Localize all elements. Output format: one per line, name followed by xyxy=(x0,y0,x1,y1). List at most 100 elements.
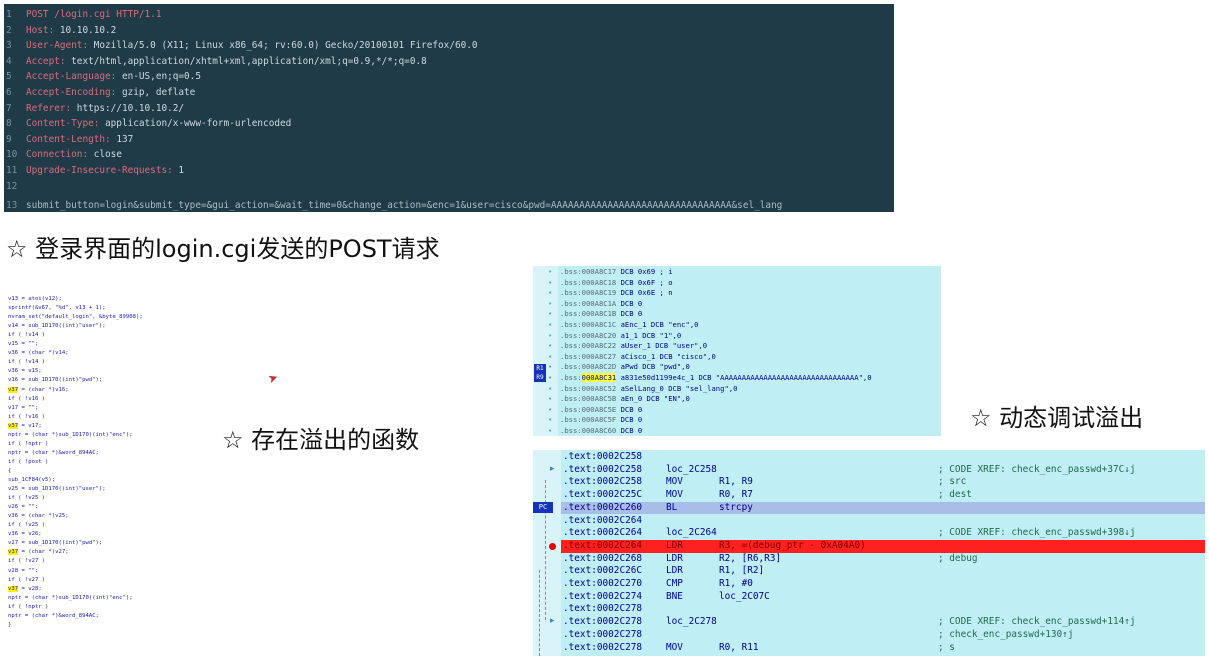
text-disassembly-panel[interactable]: .text:0002C258 .text:0002C258 loc_2C258; C… xyxy=(533,450,1205,656)
text-operands: R0, R7 xyxy=(719,489,753,501)
code-text: v26 = ""; xyxy=(8,504,39,511)
text-address: .text:0002C264 xyxy=(563,514,643,526)
bss-line-text: .bss:000A8C1B DCB 0 xyxy=(560,309,642,320)
header-key: Connection: xyxy=(26,149,89,161)
bss-address: .bss:000A8C18 xyxy=(560,277,617,287)
text-comment: ; debug xyxy=(938,552,978,564)
bss-line[interactable]: • .bss:000A8C2D aPwd DCB "pwd",0 xyxy=(533,362,941,373)
code-line: if ( !v27 ) xyxy=(8,558,45,565)
text-line[interactable]: .text:0002C278 MOV R0, R11 ; s xyxy=(561,642,1205,655)
code-text: = (char *)v27; xyxy=(18,549,69,556)
bss-definition: a1_1 DCB "1",0 xyxy=(616,330,682,340)
bss-line[interactable]: • .bss:000A8C1B DCB 0 xyxy=(533,309,941,320)
bss-line[interactable]: • .bss:000A8C5B aEn_0 DCB "EN",0 xyxy=(533,394,941,405)
bss-line-text: .bss:000A8C31 a831e50d1199e4c_1 DCB "AAA… xyxy=(560,373,872,384)
code-line: v14 = sub_1D170((int)"user"); xyxy=(8,323,106,330)
text-line[interactable]: .text:0002C270 CMP R1, #0 xyxy=(561,578,1205,591)
bss-line-text: .bss:000A8C5F DCB 0 xyxy=(560,415,642,426)
bullet-icon: • xyxy=(548,288,553,298)
http-line: 10 Connection: close xyxy=(4,147,122,163)
breakpoint-icon[interactable] xyxy=(549,542,556,550)
bss-line[interactable]: • .bss:000A8C5E DCB 0 xyxy=(533,405,941,416)
arrow-right-icon: ▸ xyxy=(550,615,555,626)
text-line[interactable]: .text:0002C268 LDR R2, [R6,R3] ; debug xyxy=(561,553,1205,566)
header-key: Content-Length: xyxy=(26,133,111,145)
bss-definition: DCB 0x69 ; i xyxy=(616,267,673,276)
bss-line[interactable]: • .bss:000A8C60 DCB 0 xyxy=(533,426,941,436)
code-text: sprintf(&v67, "%d", v13 + 1); xyxy=(8,305,106,312)
bss-line[interactable]: • .bss:000A8C17 DCB 0x69 ; i xyxy=(533,267,941,278)
code-text: v15 = ""; xyxy=(8,341,39,348)
text-line[interactable]: .text:0002C258 xyxy=(561,451,1205,464)
http-request-panel: 1 POST /login.cgi HTTP/1.1 2 Host: 10.10.10… xyxy=(4,4,894,212)
text-mnemonic: LDR xyxy=(666,565,683,577)
header-key: Accept-Encoding: xyxy=(26,87,117,98)
text-line[interactable]: .text:0002C278 loc_2C278 ; CODE XREF: chec… xyxy=(561,616,1205,629)
bss-line[interactable]: • .bss:000A8C5F DCB 0 xyxy=(533,415,941,426)
bss-definition: DCB 0x6F ; o xyxy=(616,277,673,287)
register-marker-r1: R1 xyxy=(534,364,546,373)
bss-disassembly-panel[interactable]: • .bss:000A8C17 DCB 0x69 ; i • .bss:000A8C1… xyxy=(533,266,941,436)
text-address: .text:0002C264 xyxy=(563,539,643,551)
bss-line[interactable]: • .bss:000A8C31 a831e50d1199e4c_1 DCB "AA… xyxy=(533,373,941,384)
text-mnemonic: loc_2C264 xyxy=(666,527,717,539)
bss-address: .bss:000A8C27 xyxy=(560,351,617,361)
text-address: .text:0002C25C xyxy=(563,489,643,501)
bss-definition: DCB 0 xyxy=(616,404,643,414)
bullet-icon: • xyxy=(548,404,553,414)
text-mnemonic: BNE xyxy=(666,590,683,602)
code-text: v36 = (char *)v25; xyxy=(8,513,69,520)
code-text: v25 = sub_1D170((int)"user"); xyxy=(8,486,106,493)
code-text: if ( !v25 ) xyxy=(8,522,46,529)
text-line[interactable]: .text:0002C278 xyxy=(561,603,1205,616)
highlighted-address: 000A8C31 xyxy=(581,373,617,382)
header-key: User-Agent: xyxy=(26,40,89,52)
text-line[interactable]: .text:0002C264 loc_2C264 ; CODE XREF: chec… xyxy=(561,527,1205,540)
bss-line-text: .bss:000A8C60 DCB 0 xyxy=(560,426,642,436)
text-line[interactable]: .text:0002C264 xyxy=(561,515,1205,528)
line-number: 2 xyxy=(6,24,12,36)
line-number: 1 xyxy=(6,9,12,20)
text-line[interactable]: .text:0002C26C LDR R1, [R2] xyxy=(561,565,1205,578)
bss-line[interactable]: • .bss:000A8C18 DCB 0x6F ; o xyxy=(533,278,941,289)
code-line: v36 = (char *)v14; xyxy=(8,350,69,357)
code-text: nvram_set("default_login", &byte_89908); xyxy=(8,314,143,321)
code-text: if ( !v27 ) xyxy=(8,558,46,565)
bss-line-text: .bss:000A8C52 aSelLang_0 DCB "sel_lang",… xyxy=(560,384,737,395)
bss-line[interactable]: • .bss:000A8C20 a1_1 DCB "1",0 xyxy=(533,331,941,342)
text-comment: ; src xyxy=(938,476,967,488)
text-line[interactable]: .text:0002C260 BL strcpy xyxy=(561,501,1205,515)
code-text: nptr = (char *)&word_894AC; xyxy=(8,449,99,456)
text-gutter xyxy=(533,450,561,656)
bss-definition: DCB 0 xyxy=(616,298,643,308)
bss-definition: a831e50d1199e4c_1 DCB "AAAAAAAAAAAAAAAAA… xyxy=(616,373,872,382)
text-line[interactable]: .text:0002C258 MOV R1, R9 ; src xyxy=(561,476,1205,489)
text-address: .text:0002C258 xyxy=(563,476,643,488)
code-line: if ( !v14 ) xyxy=(8,332,45,339)
code-text: v17 = ""; xyxy=(8,404,39,411)
code-line: nvram_set("default_login", &byte_89908); xyxy=(8,314,143,321)
text-line[interactable]: .text:0002C258 loc_2C258 ; CODE XREF: chec… xyxy=(561,464,1205,477)
code-line: if ( !nptr ) xyxy=(8,604,48,611)
header-value: gzip, deflate xyxy=(116,87,196,98)
bullet-icon: • xyxy=(548,415,553,425)
bss-line[interactable]: • .bss:000A8C1C aEnc_1 DCB "enc",0 xyxy=(533,320,941,331)
bullet-icon: • xyxy=(548,298,553,308)
bss-line[interactable]: • .bss:000A8C19 DCB 0x6E ; n xyxy=(533,288,941,299)
code-line: if ( !v16 ) xyxy=(8,396,45,403)
code-line: if ( !v25 ) xyxy=(8,495,45,502)
bss-line[interactable]: • .bss:000A8C22 aUser_1 DCB "user",0 xyxy=(533,341,941,352)
bss-line[interactable]: • .bss:000A8C27 aCisco_1 DCB "cisco",0 xyxy=(533,352,941,363)
code-line: nptr = (char *)&word_894AC; xyxy=(8,450,99,457)
text-line[interactable]: .text:0002C264 LDR R3, =(debug_ptr - 0xA04… xyxy=(561,539,1205,553)
bss-line[interactable]: • .bss:000A8C1A DCB 0 xyxy=(533,299,941,310)
text-line[interactable]: .text:0002C274 BNE loc_2C07C xyxy=(561,591,1205,604)
bss-definition: aCisco_1 DCB "cisco",0 xyxy=(616,351,716,361)
text-line[interactable]: .text:0002C25C MOV R0, R7 ; dest xyxy=(561,489,1205,502)
line-number: 9 xyxy=(6,133,12,145)
highlighted-variable: v37 xyxy=(8,422,19,429)
bss-line[interactable]: • .bss:000A8C52 aSelLang_0 DCB "sel_lang"… xyxy=(533,384,941,395)
bullet-icon: • xyxy=(548,267,553,276)
text-line[interactable]: .text:0002C278 ; check_enc_passwd+130↑j xyxy=(561,629,1205,642)
text-address: .text:0002C258 xyxy=(563,463,643,475)
